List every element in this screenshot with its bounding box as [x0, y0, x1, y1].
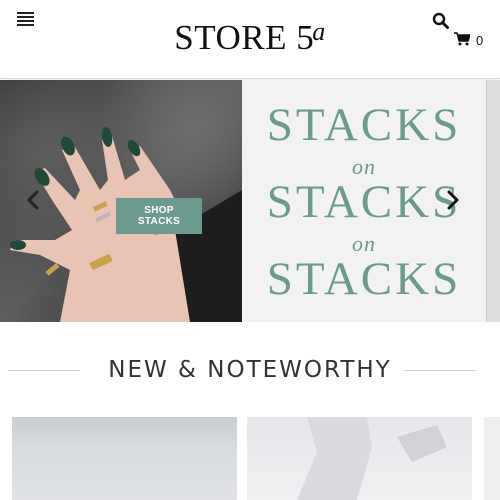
search-icon[interactable]	[432, 12, 450, 30]
cart-button[interactable]: 0	[454, 31, 483, 49]
cart-count: 0	[476, 32, 484, 48]
site-header: STORE 5a 0	[0, 0, 500, 79]
hero-headline-line-3: STACKS	[266, 253, 462, 305]
next-slide-peek	[486, 80, 500, 322]
hero-banner[interactable]: STACKS on STACKS on STACKS SHOP STACKS	[0, 80, 500, 322]
hero-headline-line-1: STACKS	[266, 99, 462, 151]
logo-superscript: a	[312, 17, 326, 46]
chevron-left-icon[interactable]	[26, 190, 40, 210]
logo-text: STORE 5	[174, 18, 315, 57]
chevron-right-icon[interactable]	[446, 190, 460, 210]
cart-icon	[454, 31, 471, 49]
shop-stacks-button[interactable]: SHOP STACKS	[116, 198, 202, 234]
product-tile[interactable]	[12, 417, 237, 500]
new-noteworthy-heading: NEW & NOTEWORTHY	[0, 352, 500, 388]
store-logo[interactable]: STORE 5a	[0, 17, 500, 58]
product-tile-peek	[484, 417, 500, 500]
product-tile[interactable]	[247, 417, 472, 500]
heading-divider-right	[404, 370, 476, 371]
